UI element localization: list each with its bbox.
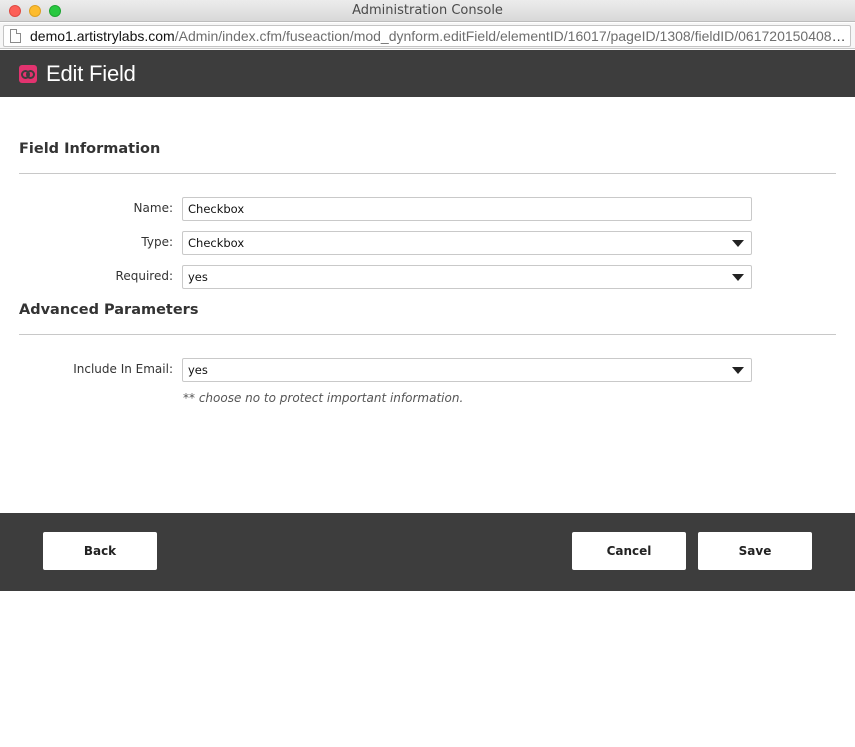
window-title: Administration Console: [352, 3, 503, 18]
field-information-heading: Field Information: [19, 141, 161, 157]
name-input-value: Checkbox: [188, 202, 245, 216]
advanced-parameters-heading: Advanced Parameters: [19, 302, 199, 318]
cancel-button[interactable]: Cancel: [572, 532, 686, 570]
advanced-parameters-divider: [19, 334, 836, 335]
include-in-email-value: yes: [188, 363, 208, 377]
required-select-value: yes: [188, 270, 208, 284]
include-in-email-hint: ** choose no to protect important inform…: [183, 391, 464, 405]
artistry-logo-icon: [19, 65, 37, 83]
type-select-value: Checkbox: [188, 236, 245, 250]
type-label: Type:: [141, 235, 173, 249]
save-button[interactable]: Save: [698, 532, 812, 570]
url-field[interactable]: demo1.artistrylabs.com/Admin/index.cfm/f…: [3, 25, 851, 47]
page-title: Edit Field: [46, 61, 136, 86]
app-header: Edit Field: [0, 50, 855, 97]
url-text: demo1.artistrylabs.com/Admin/index.cfm/f…: [30, 28, 848, 45]
action-footer: Back Cancel Save: [0, 513, 855, 591]
window-minimize-button[interactable]: [29, 5, 41, 17]
field-information-divider: [19, 173, 836, 174]
required-label: Required:: [115, 269, 173, 283]
include-in-email-select[interactable]: yes: [182, 358, 752, 382]
chevron-down-icon: [732, 367, 744, 374]
type-select[interactable]: Checkbox: [182, 231, 752, 255]
required-select[interactable]: yes: [182, 265, 752, 289]
url-path: /Admin/index.cfm/fuseaction/mod_dynform.…: [174, 28, 848, 44]
address-bar: demo1.artistrylabs.com/Admin/index.cfm/f…: [0, 23, 855, 49]
url-host: demo1.artistrylabs.com: [30, 28, 175, 44]
include-in-email-label: Include In Email:: [73, 362, 173, 376]
window-zoom-button[interactable]: [49, 5, 61, 17]
name-input[interactable]: Checkbox: [182, 197, 752, 221]
page-icon: [10, 29, 21, 43]
window-titlebar: Administration Console: [0, 0, 855, 22]
chevron-down-icon: [732, 240, 744, 247]
chevron-down-icon: [732, 274, 744, 281]
window-close-button[interactable]: [9, 5, 21, 17]
name-label: Name:: [133, 201, 173, 215]
back-button[interactable]: Back: [43, 532, 157, 570]
